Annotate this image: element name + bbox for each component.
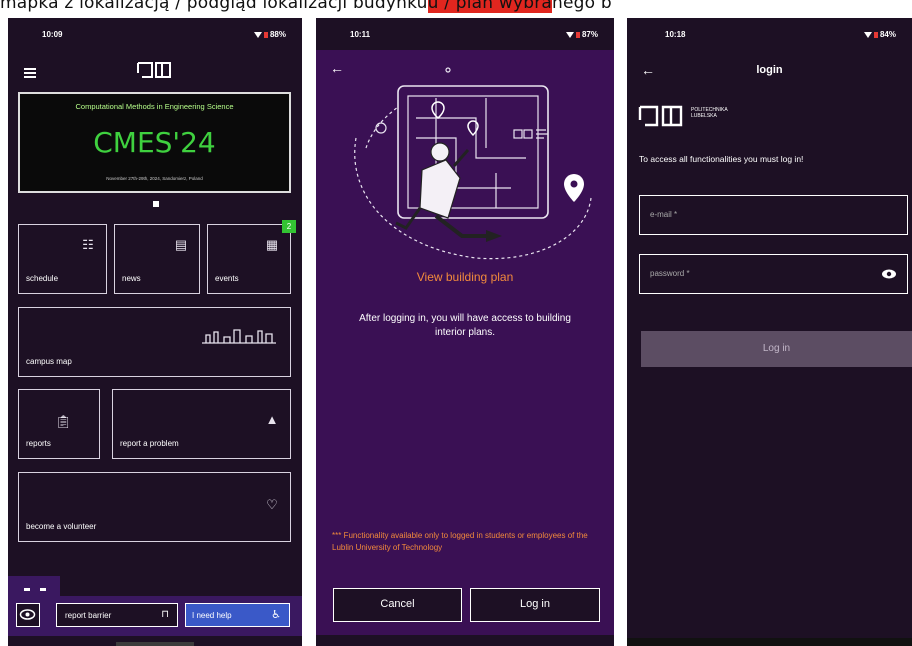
news-icon: ▤ bbox=[174, 237, 188, 252]
login-message: To access all functionalities you must l… bbox=[639, 154, 804, 164]
report-barrier-label: report barrier bbox=[65, 611, 112, 620]
plan-description: After logging in, you will have access t… bbox=[359, 313, 571, 338]
accessibility-bar bbox=[8, 576, 60, 596]
password-placeholder: password * bbox=[650, 269, 690, 278]
reports-label: reports bbox=[26, 439, 51, 448]
phone-home-screen: 10:09 88% Computational Methods in Engin… bbox=[8, 18, 302, 646]
password-field[interactable]: password * bbox=[639, 254, 908, 294]
clipboard-icon: 📋︎ bbox=[55, 414, 72, 429]
wheelchair-icon: ♿︎ bbox=[271, 609, 281, 621]
banner-main: CMES'24 bbox=[93, 126, 216, 159]
wifi-icon bbox=[863, 32, 872, 38]
eye-button[interactable] bbox=[16, 603, 40, 627]
university-logo bbox=[637, 104, 685, 128]
reports-tile[interactable]: 📋︎ reports bbox=[18, 389, 100, 459]
availability-note: *** Functionality available only to logg… bbox=[332, 531, 588, 552]
campus-map-label: campus map bbox=[26, 357, 72, 366]
wifi-icon bbox=[565, 32, 574, 38]
wifi-icon bbox=[253, 32, 262, 38]
nav-bar bbox=[627, 638, 912, 646]
phone-login-screen: 10:18 84% ← login POLITECHNIKA LUBELSKA … bbox=[627, 18, 912, 646]
banner-date: November 27th-29th, 2024, Sandomierz, Po… bbox=[106, 176, 203, 181]
log-in-label: Log in bbox=[762, 343, 791, 354]
log-in-button[interactable]: Log in bbox=[641, 331, 912, 367]
status-time: 10:09 bbox=[42, 30, 63, 39]
schedule-icon: ☷ bbox=[82, 237, 94, 252]
log-in-button[interactable]: Log in bbox=[470, 588, 600, 622]
email-field[interactable]: e-mail * bbox=[639, 195, 908, 235]
volunteer-tile[interactable]: ♡ become a volunteer bbox=[18, 472, 291, 542]
page-title: login bbox=[756, 64, 783, 76]
volunteer-label: become a volunteer bbox=[26, 522, 97, 531]
report-problem-tile[interactable]: ▲ report a problem bbox=[112, 389, 291, 459]
battery-level: 84% bbox=[879, 30, 896, 39]
schedule-label: schedule bbox=[26, 274, 59, 283]
status-battery: 88% bbox=[253, 30, 286, 39]
schedule-tile[interactable]: ☷ schedule bbox=[18, 224, 107, 294]
status-bar: 10:11 87% bbox=[316, 18, 614, 50]
calendar-icon: ▦ bbox=[265, 237, 279, 252]
battery-icon bbox=[575, 32, 580, 38]
building-plan-illustration bbox=[336, 58, 596, 268]
report-barrier-button[interactable]: report barrier ⊓ bbox=[56, 603, 178, 627]
need-help-button[interactable]: I need help ♿︎ bbox=[185, 603, 290, 627]
caption-text: mapka z lokalizacją / podgląd lokalizacj… bbox=[0, 0, 428, 13]
battery-level: 88% bbox=[269, 30, 286, 39]
status-battery: 84% bbox=[863, 30, 896, 39]
caption-tail: nego b bbox=[552, 0, 612, 13]
plan-heading: View building plan bbox=[416, 270, 514, 284]
battery-level: 87% bbox=[581, 30, 598, 39]
carousel-dot bbox=[153, 201, 159, 207]
status-battery: 87% bbox=[565, 30, 598, 39]
news-tile[interactable]: ▤ news bbox=[114, 224, 200, 294]
show-password-icon[interactable] bbox=[881, 267, 897, 285]
status-time: 10:11 bbox=[350, 30, 371, 39]
app-logo bbox=[136, 61, 174, 79]
phone-building-plan-screen: 10:11 87% ← View building plan After log… bbox=[316, 18, 614, 646]
events-label: events bbox=[215, 274, 239, 283]
traffic-cone-icon: ▲ bbox=[265, 412, 279, 427]
email-placeholder: e-mail * bbox=[650, 210, 678, 219]
campus-skyline-icon bbox=[200, 328, 278, 344]
nav-bar bbox=[316, 635, 614, 646]
status-bar: 10:18 84% bbox=[627, 18, 912, 50]
university-name: POLITECHNIKA LUBELSKA bbox=[691, 107, 728, 119]
caption-highlight: u / plan wybra bbox=[427, 0, 553, 13]
barrier-icon: ⊓ bbox=[161, 609, 169, 620]
need-help-label: I need help bbox=[192, 611, 232, 620]
nav-pill bbox=[116, 642, 194, 646]
log-in-label: Log in bbox=[520, 598, 550, 610]
events-badge: 2 bbox=[282, 220, 296, 233]
bar-dot-2 bbox=[40, 588, 46, 591]
eye-icon bbox=[19, 609, 36, 620]
news-label: news bbox=[122, 274, 141, 283]
status-bar: 10:09 88% bbox=[8, 18, 302, 50]
events-tile[interactable]: ▦ events bbox=[207, 224, 291, 294]
caption: mapka z lokalizacją / podgląd lokalizacj… bbox=[0, 0, 912, 13]
status-time: 10:18 bbox=[665, 30, 686, 39]
campus-map-tile[interactable]: campus map bbox=[18, 307, 291, 377]
menu-icon[interactable] bbox=[24, 68, 36, 78]
bar-dot-1 bbox=[24, 588, 30, 591]
report-problem-label: report a problem bbox=[120, 439, 179, 448]
event-banner[interactable]: Computational Methods in Engineering Sci… bbox=[18, 92, 291, 193]
cancel-button[interactable]: Cancel bbox=[333, 588, 462, 622]
cancel-label: Cancel bbox=[380, 598, 415, 610]
heart-hand-icon: ♡ bbox=[266, 497, 278, 512]
battery-icon bbox=[873, 32, 878, 38]
battery-icon bbox=[263, 32, 268, 38]
banner-title: Computational Methods in Engineering Sci… bbox=[75, 102, 234, 111]
